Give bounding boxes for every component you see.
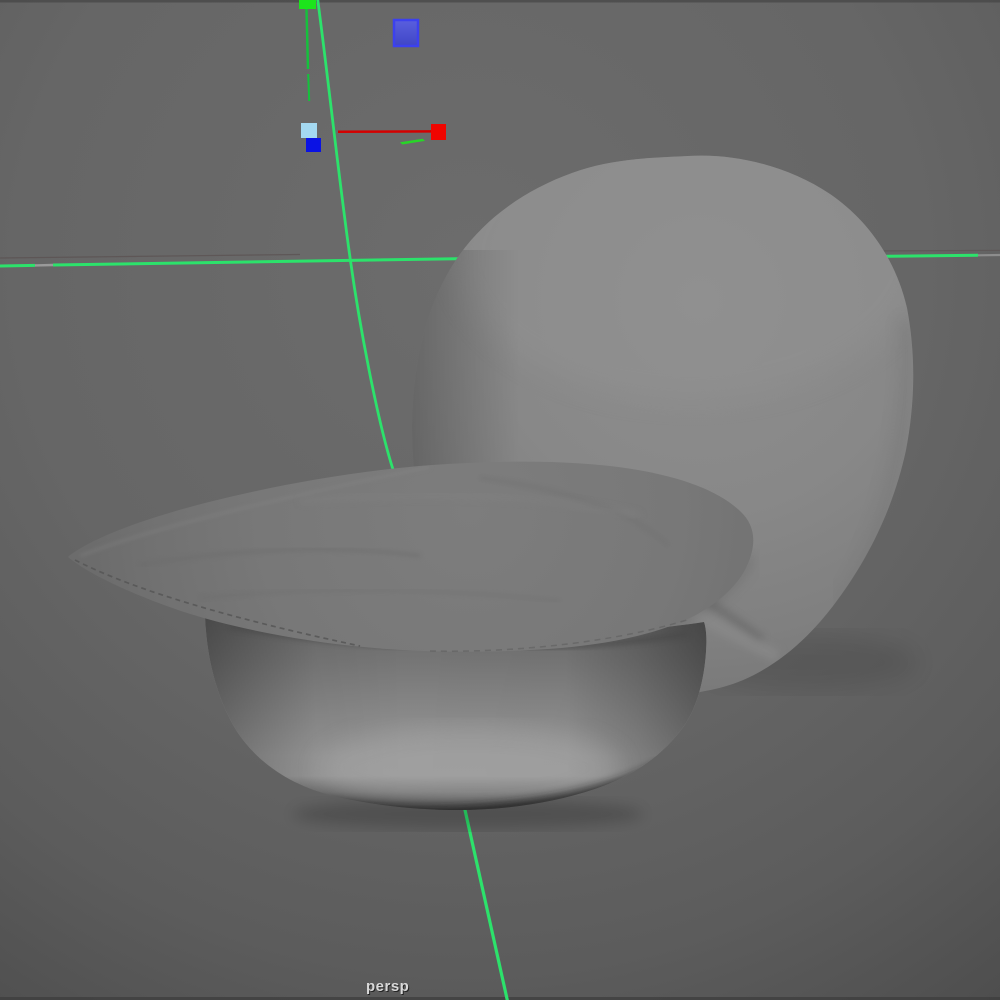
manipulator-y-axis-line-lower[interactable] (308, 74, 309, 101)
grid-line-shadow-right (868, 250, 1000, 251)
maya-3d-viewport[interactable]: persp (0, 0, 1000, 1000)
grid-axis-x-left (0, 265, 35, 266)
manipulator-center-handle[interactable] (301, 123, 317, 138)
camera-name-label: persp (366, 978, 409, 995)
manipulator-y-handle[interactable] (299, 0, 316, 9)
manipulator-z-handle[interactable] (394, 20, 418, 46)
viewport-top-edge (0, 0, 1000, 3)
manipulator-x-handle[interactable] (431, 124, 446, 140)
manipulator-selected-handle[interactable] (306, 138, 321, 152)
manipulator-y-axis-line[interactable] (307, 9, 309, 69)
viewport-canvas (0, 0, 1000, 1000)
